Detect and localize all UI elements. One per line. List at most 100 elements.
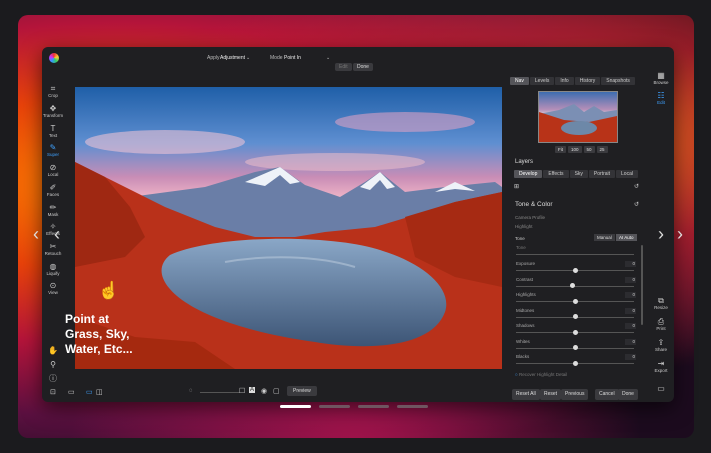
- overlay-toggle-icon[interactable]: ◉: [261, 387, 267, 395]
- tool-local[interactable]: ⊘ Local: [42, 164, 64, 178]
- layer-tab-develop[interactable]: Develop: [514, 170, 543, 178]
- layer-reset-icon[interactable]: ↺: [634, 183, 639, 190]
- brush-size-slider[interactable]: [200, 392, 240, 393]
- previous-button[interactable]: Previous: [561, 389, 589, 400]
- layer-add-icon[interactable]: ⊞: [514, 183, 519, 190]
- prev-slide-arrow-outer-icon[interactable]: ‹: [54, 225, 60, 243]
- tab-snapshots[interactable]: Snapshots: [601, 77, 635, 85]
- navigator-thumbnail[interactable]: [538, 91, 618, 143]
- module-browse[interactable]: ▦ Browse: [648, 71, 674, 85]
- slider-value-field[interactable]: 0: [625, 338, 636, 345]
- mode-chevron-icon[interactable]: ⌄: [326, 55, 330, 61]
- brush-icon: ✎: [49, 143, 57, 152]
- tool-view[interactable]: ⊙ View: [42, 282, 64, 296]
- color-toggle-icon[interactable]: ▢: [273, 387, 280, 395]
- tool-mask[interactable]: ✏ Mask: [42, 204, 64, 218]
- module-extra[interactable]: ▭: [648, 384, 674, 393]
- camera-profile-value[interactable]: Highlight: [515, 224, 533, 229]
- single-view-icon[interactable]: ▭: [86, 388, 93, 396]
- layer-tab-local[interactable]: Local: [616, 170, 638, 178]
- pan-icon: ✋: [48, 346, 58, 355]
- slider-value-field[interactable]: 0: [625, 261, 636, 267]
- next-slide-arrow-icon[interactable]: ›: [658, 225, 664, 243]
- slider-knob[interactable]: [572, 298, 578, 304]
- zoom-fit-button[interactable]: Fit: [555, 146, 566, 153]
- tool-super[interactable]: ✎ Super: [42, 143, 64, 158]
- tool-pan[interactable]: ✋: [42, 347, 64, 355]
- tool-transform[interactable]: ✥ Transform: [42, 105, 64, 119]
- done-top-button[interactable]: Done: [353, 63, 373, 71]
- layer-tab-portrait[interactable]: Portrait: [588, 170, 616, 178]
- slider-contrast: Contrast 0: [516, 276, 638, 289]
- share-icon: ⇪: [657, 338, 665, 347]
- module-resize[interactable]: ⧉ Resize: [648, 296, 674, 310]
- slider-value-field[interactable]: 0: [625, 323, 636, 329]
- panel-scrollbar[interactable]: [641, 245, 643, 325]
- zoom-50-button[interactable]: 50: [583, 146, 595, 153]
- reset-all-button[interactable]: Reset All: [512, 389, 540, 400]
- manual-button[interactable]: Manual: [594, 234, 615, 241]
- retouch-icon: ✂: [49, 242, 57, 251]
- zoom-100-button[interactable]: 100: [568, 146, 582, 153]
- slide-dot[interactable]: [280, 405, 311, 408]
- slider-knob[interactable]: [572, 329, 578, 335]
- slider-knob[interactable]: [572, 345, 578, 350]
- apply-label: Apply: [207, 55, 220, 61]
- tool-retouch[interactable]: ✂ Retouch: [42, 242, 64, 257]
- tone-reset-icon[interactable]: ↺: [634, 201, 639, 208]
- mask-toggle-icon[interactable]: ☐: [239, 387, 245, 395]
- slider-knob[interactable]: [572, 360, 578, 366]
- tool-liquify[interactable]: ◍ Liquify: [42, 263, 64, 277]
- prev-slide-arrow-icon[interactable]: ‹: [33, 225, 39, 243]
- compare-view-icon[interactable]: ◫: [96, 388, 103, 396]
- tool-crop[interactable]: ⌗ Crop: [42, 85, 64, 99]
- slider-knob[interactable]: [570, 283, 576, 288]
- slider-knob[interactable]: [572, 267, 578, 273]
- recover-highlight-checkbox[interactable]: ○ Recover Highlight Detail: [515, 372, 567, 377]
- main-photo[interactable]: [75, 87, 502, 369]
- layer-tab-effects[interactable]: Effects: [543, 170, 569, 178]
- thumbnail-scene: [539, 104, 617, 142]
- tool-faces[interactable]: ✐ Faces: [42, 184, 64, 198]
- slider-value-field[interactable]: 0: [625, 292, 636, 298]
- apply-dropdown[interactable]: Adjustment: [220, 55, 245, 61]
- ai-mask-icon[interactable]: A: [249, 387, 256, 393]
- tab-levels[interactable]: Levels: [529, 77, 555, 85]
- module-share[interactable]: ⇪ Share: [648, 338, 674, 352]
- layer-tab-sky[interactable]: Sky: [569, 170, 588, 178]
- slider-label: Exposure: [516, 261, 536, 266]
- tool-effects[interactable]: ✧ Effects: [42, 223, 64, 237]
- reset-button[interactable]: Reset: [540, 389, 562, 400]
- zoom-25-button[interactable]: 25: [596, 146, 608, 153]
- tone-slider-track[interactable]: [516, 254, 634, 255]
- tab-nav[interactable]: Nav: [510, 77, 529, 85]
- mode-dropdown[interactable]: Point In: [284, 55, 301, 61]
- filmstrip-icon[interactable]: ▭: [68, 388, 75, 396]
- module-export[interactable]: ⇥ Export: [648, 359, 674, 373]
- apply-chevron-icon[interactable]: ⌄: [246, 55, 250, 61]
- module-print[interactable]: ⎙ Print: [648, 317, 674, 331]
- tool-info[interactable]: ⓘ: [42, 375, 64, 383]
- next-slide-arrow-outer-icon[interactable]: ›: [677, 225, 683, 243]
- slider-value-field[interactable]: 0: [625, 354, 636, 360]
- preview-button[interactable]: Preview: [287, 386, 317, 396]
- tool-zoom[interactable]: ⚲: [42, 361, 64, 369]
- instruction-overlay: Point at Grass, Sky, Water, Etc...: [65, 312, 133, 356]
- slide-dot[interactable]: [319, 405, 350, 408]
- slider-value-field[interactable]: 0: [625, 307, 636, 314]
- tab-info[interactable]: Info: [555, 77, 574, 85]
- tab-history[interactable]: History: [574, 77, 601, 85]
- slider-value-field[interactable]: 0: [625, 276, 636, 283]
- bottom-panel-icon[interactable]: ⊡: [50, 388, 56, 396]
- slider-knob[interactable]: [572, 314, 578, 319]
- cancel-button[interactable]: Cancel: [595, 389, 619, 400]
- module-edit[interactable]: ☷ Edit: [648, 91, 674, 105]
- tool-text[interactable]: T Text: [42, 125, 64, 139]
- done-button[interactable]: Done: [618, 389, 638, 400]
- slide-dot[interactable]: [397, 405, 428, 408]
- slider-track[interactable]: [516, 285, 634, 287]
- slider-label: Contrast: [516, 276, 534, 282]
- edit-button[interactable]: Edit: [335, 63, 352, 71]
- slide-dot[interactable]: [358, 405, 389, 408]
- ai-auto-button[interactable]: AI Auto: [616, 234, 637, 241]
